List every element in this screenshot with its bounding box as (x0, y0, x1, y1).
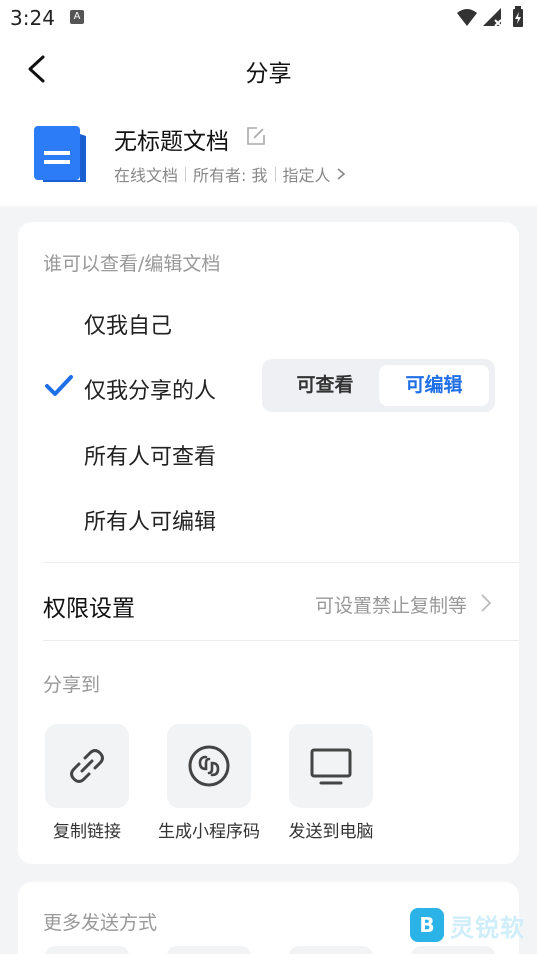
more-send-option[interactable] (411, 946, 495, 954)
chevron-right-icon (337, 168, 345, 180)
mini-program-code-label: 生成小程序码 (158, 822, 260, 842)
more-send-option[interactable] (45, 946, 129, 954)
permission-settings-value[interactable]: 可设置禁止复制等 (315, 591, 467, 618)
can-edit-button[interactable]: 可编辑 (379, 365, 489, 406)
document-type: 在线文档 (114, 166, 179, 185)
visibility-section-title: 谁可以查看/编辑文档 (43, 253, 221, 275)
signal-icon (483, 8, 502, 27)
document-owner: 所有者: 我 (193, 166, 268, 185)
copy-link-button[interactable] (45, 724, 129, 808)
status-bar: 3:24 A (0, 0, 537, 36)
status-icons (455, 6, 529, 30)
divider (43, 562, 519, 563)
send-to-computer-button[interactable] (289, 724, 373, 808)
status-time: 3:24 (10, 6, 55, 30)
mini-program-icon (188, 745, 230, 787)
option-everyone-edit[interactable]: 所有人可编辑 (84, 504, 216, 536)
document-title[interactable]: 无标题文档 (114, 122, 229, 156)
option-shared-people[interactable]: 仅我分享的人 (84, 373, 216, 405)
divider (43, 640, 519, 641)
document-icon (33, 126, 87, 182)
meta-divider (274, 166, 276, 182)
link-icon (70, 749, 104, 783)
watermark: B 灵锐软 (410, 905, 525, 945)
more-send-option[interactable] (167, 946, 251, 954)
monitor-icon (310, 748, 352, 785)
document-meta: 在线文档 所有者: 我 指定人 (114, 162, 347, 186)
option-only-me[interactable]: 仅我自己 (84, 308, 172, 340)
more-send-section-title: 更多发送方式 (43, 912, 158, 934)
page-title: 分享 (245, 61, 292, 87)
can-view-button[interactable]: 可查看 (270, 365, 380, 406)
share-to-section-title: 分享到 (43, 674, 101, 696)
permission-segmented-control: 可查看 可编辑 (262, 359, 495, 412)
battery-icon (513, 6, 523, 27)
more-send-option[interactable] (289, 946, 373, 954)
watermark-logo: B (410, 908, 444, 942)
copy-link-label: 复制链接 (53, 822, 121, 842)
chevron-right-icon[interactable] (480, 593, 492, 613)
assignee-link[interactable]: 指定人 (283, 162, 331, 186)
permission-settings-label[interactable]: 权限设置 (43, 589, 135, 623)
notification-icon: A (70, 10, 84, 24)
wifi-icon (457, 9, 477, 26)
mini-program-code-button[interactable] (167, 724, 251, 808)
meta-divider (185, 166, 187, 182)
edit-title-icon[interactable] (246, 126, 266, 146)
send-to-computer-label: 发送到电脑 (288, 822, 374, 842)
option-everyone-view[interactable]: 所有人可查看 (84, 439, 216, 471)
check-icon (44, 373, 74, 399)
watermark-text: 灵锐软 (450, 913, 525, 942)
